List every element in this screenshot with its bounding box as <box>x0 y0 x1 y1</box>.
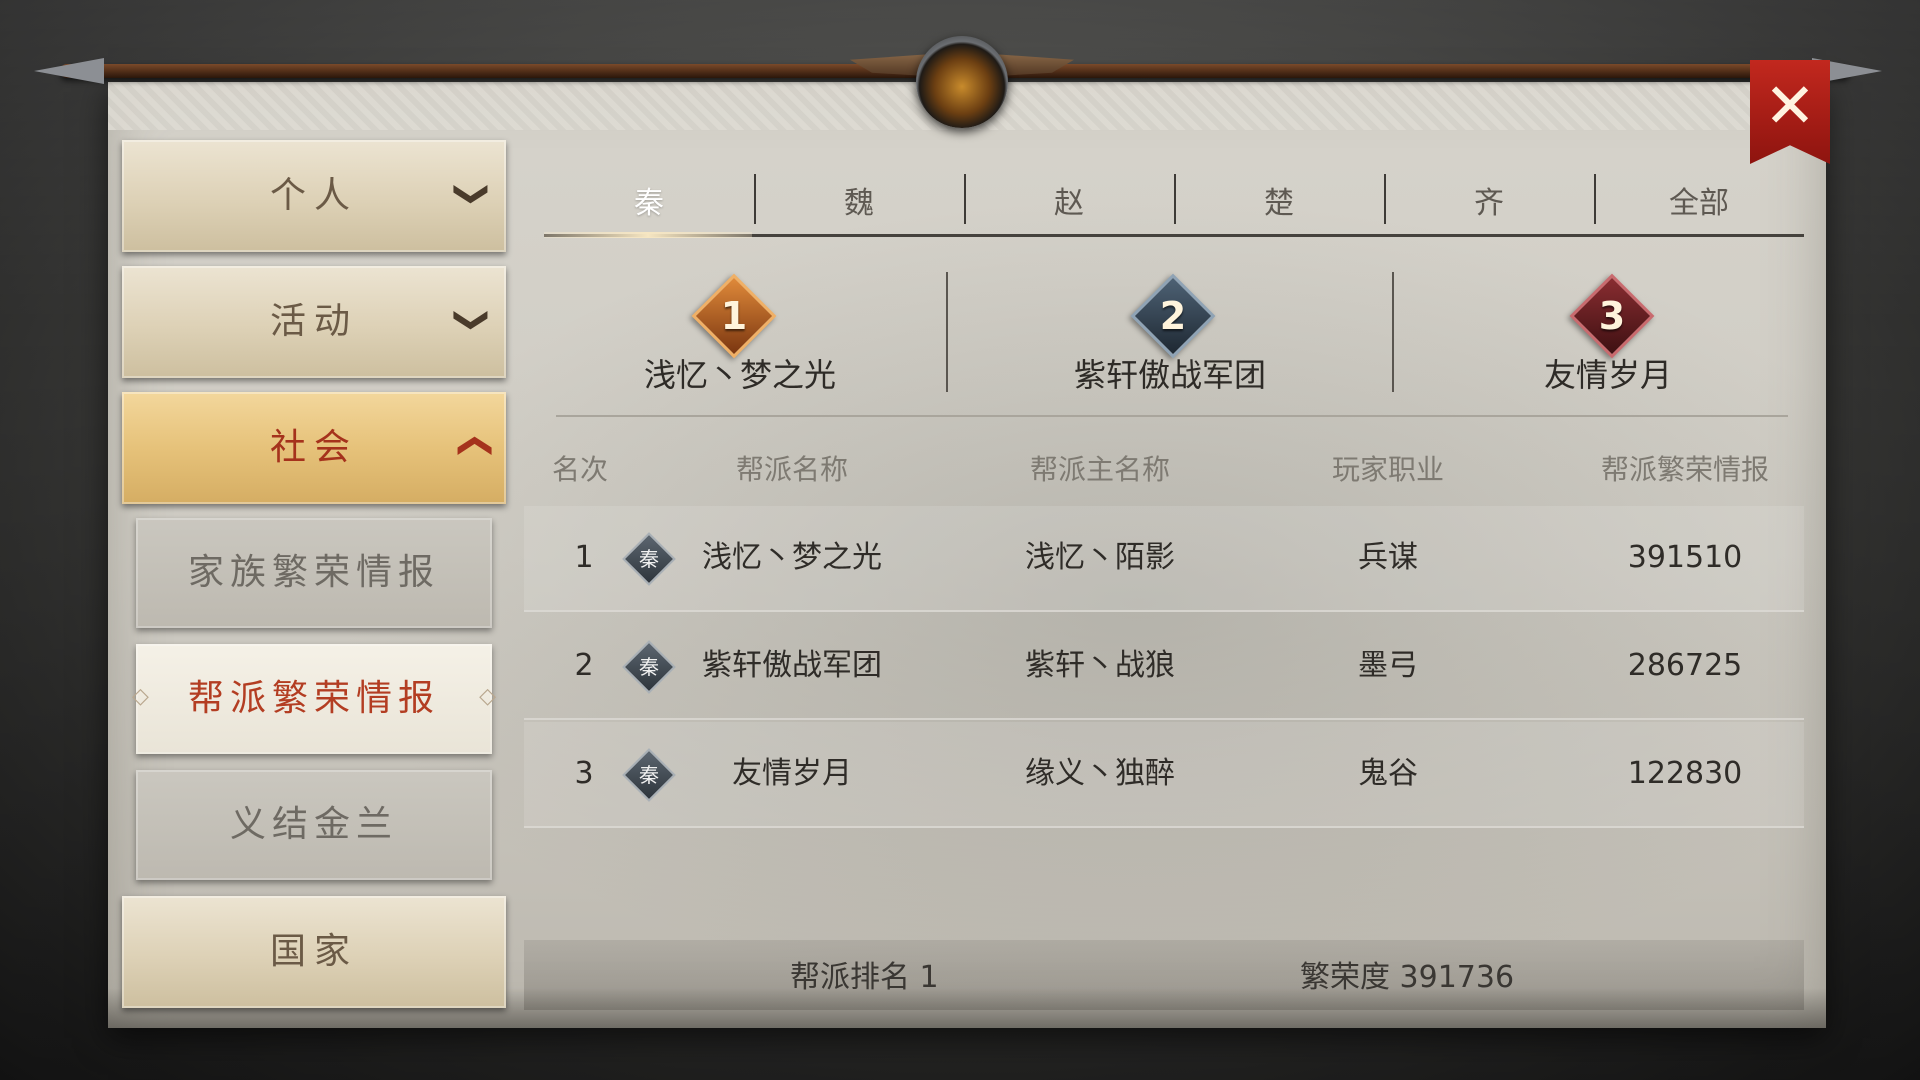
sidebar-subitem-label: 家族繁荣情报 <box>187 552 440 593</box>
ornament-right-icon: ◇ <box>479 684 496 709</box>
sidebar-subitem-label: 帮派繁荣情报 <box>187 678 440 719</box>
state-badge-text: 秦 <box>639 547 659 571</box>
cell-leader-name: 紫轩丶战狼 <box>1025 648 1175 683</box>
sidebar-subitem-sworn-brothers[interactable]: 义结金兰 <box>136 770 492 880</box>
cell-rank: 3 <box>574 756 594 791</box>
cell-gang-name: 紫轩傲战军团 <box>702 648 882 683</box>
cell-rank: 1 <box>574 540 594 575</box>
cell-gang-name: 浅忆丶梦之光 <box>702 540 882 575</box>
tab-all[interactable]: 全部 <box>1594 168 1804 240</box>
sidebar-subitem-gang-prosperity[interactable]: 帮派繁荣情报 ◇ ◇ <box>132 644 496 754</box>
state-tabs: 秦 魏 赵 楚 齐 全部 <box>544 168 1804 240</box>
sidebar-item-label: 活动 <box>269 301 358 342</box>
sidebar-item-society[interactable]: 社会 ❯ <box>122 392 506 504</box>
podium-second-name: 紫轩傲战军团 <box>1073 356 1266 394</box>
tab-active-indicator <box>544 232 752 238</box>
tab-zhao[interactable]: 赵 <box>964 168 1174 240</box>
cell-leader-name: 缘义丶独醉 <box>1025 756 1175 791</box>
cell-leader-name: 浅忆丶陌影 <box>1025 540 1175 575</box>
cell-player-job: 墨弓 <box>1358 648 1418 683</box>
sidebar-item-label: 个人 <box>269 175 358 216</box>
ornament-left-icon: ◇ <box>132 684 149 709</box>
tab-chu[interactable]: 楚 <box>1174 168 1384 240</box>
rank-number: 3 <box>1598 294 1626 338</box>
my-gang-rank: 帮派排名 1 <box>790 960 939 995</box>
sidebar-item-country[interactable]: 国家 <box>122 896 506 1008</box>
footer-bar <box>524 940 1804 1010</box>
spear-tip-left-icon <box>34 58 104 84</box>
table-row[interactable]: 3 秦 友情岁月 缘义丶独醉 鬼谷 122830 <box>524 722 1804 828</box>
header-player-job: 玩家职业 <box>1331 453 1444 486</box>
table-row[interactable]: 1 秦 浅忆丶梦之光 浅忆丶陌影 兵谋 391510 <box>524 506 1804 612</box>
sidebar-item-label: 社会 <box>269 427 358 468</box>
header-rank: 名次 <box>551 453 608 486</box>
table-row[interactable]: 2 秦 紫轩傲战军团 紫轩丶战狼 墨弓 286725 <box>524 614 1804 720</box>
state-badge-text: 秦 <box>639 655 659 679</box>
sidebar-item-personal[interactable]: 个人 ❯ <box>122 140 506 252</box>
tab-qin[interactable]: 秦 <box>544 168 754 240</box>
podium-separator-line <box>556 415 1788 417</box>
chevron-down-icon: ❯ <box>451 179 492 209</box>
cell-prosperity: 122830 <box>1627 756 1743 791</box>
sidebar-subitem-family-prosperity[interactable]: 家族繁荣情报 <box>136 518 492 628</box>
chevron-down-icon: ❯ <box>451 305 492 335</box>
cell-rank: 2 <box>574 648 594 683</box>
sidebar-item-label: 国家 <box>269 931 358 972</box>
cell-gang-name: 友情岁月 <box>732 756 852 791</box>
rank-number: 2 <box>1159 294 1187 338</box>
header-gang-name: 帮派名称 <box>735 453 848 486</box>
state-badge-text: 秦 <box>639 763 659 787</box>
cell-prosperity: 391510 <box>1627 540 1743 575</box>
sidebar-subitem-label: 义结金兰 <box>229 804 398 845</box>
podium-third-name: 友情岁月 <box>1543 356 1672 394</box>
header-prosperity: 帮派繁荣情报 <box>1600 453 1769 486</box>
header-leader-name: 帮派主名称 <box>1029 453 1170 486</box>
podium-divider <box>946 272 948 392</box>
my-gang-prosperity: 繁荣度 391736 <box>1300 960 1515 995</box>
rank-number: 1 <box>720 294 748 338</box>
cell-player-job: 鬼谷 <box>1358 756 1418 791</box>
helmet-emblem-icon <box>916 36 1008 128</box>
cell-prosperity: 286725 <box>1627 648 1743 683</box>
chevron-up-icon: ❯ <box>451 431 492 461</box>
cell-player-job: 兵谋 <box>1358 540 1418 575</box>
sidebar-item-activity[interactable]: 活动 ❯ <box>122 266 506 378</box>
tab-qi[interactable]: 齐 <box>1384 168 1594 240</box>
tab-wei[interactable]: 魏 <box>754 168 964 240</box>
podium-first-name: 浅忆丶梦之光 <box>643 356 836 394</box>
